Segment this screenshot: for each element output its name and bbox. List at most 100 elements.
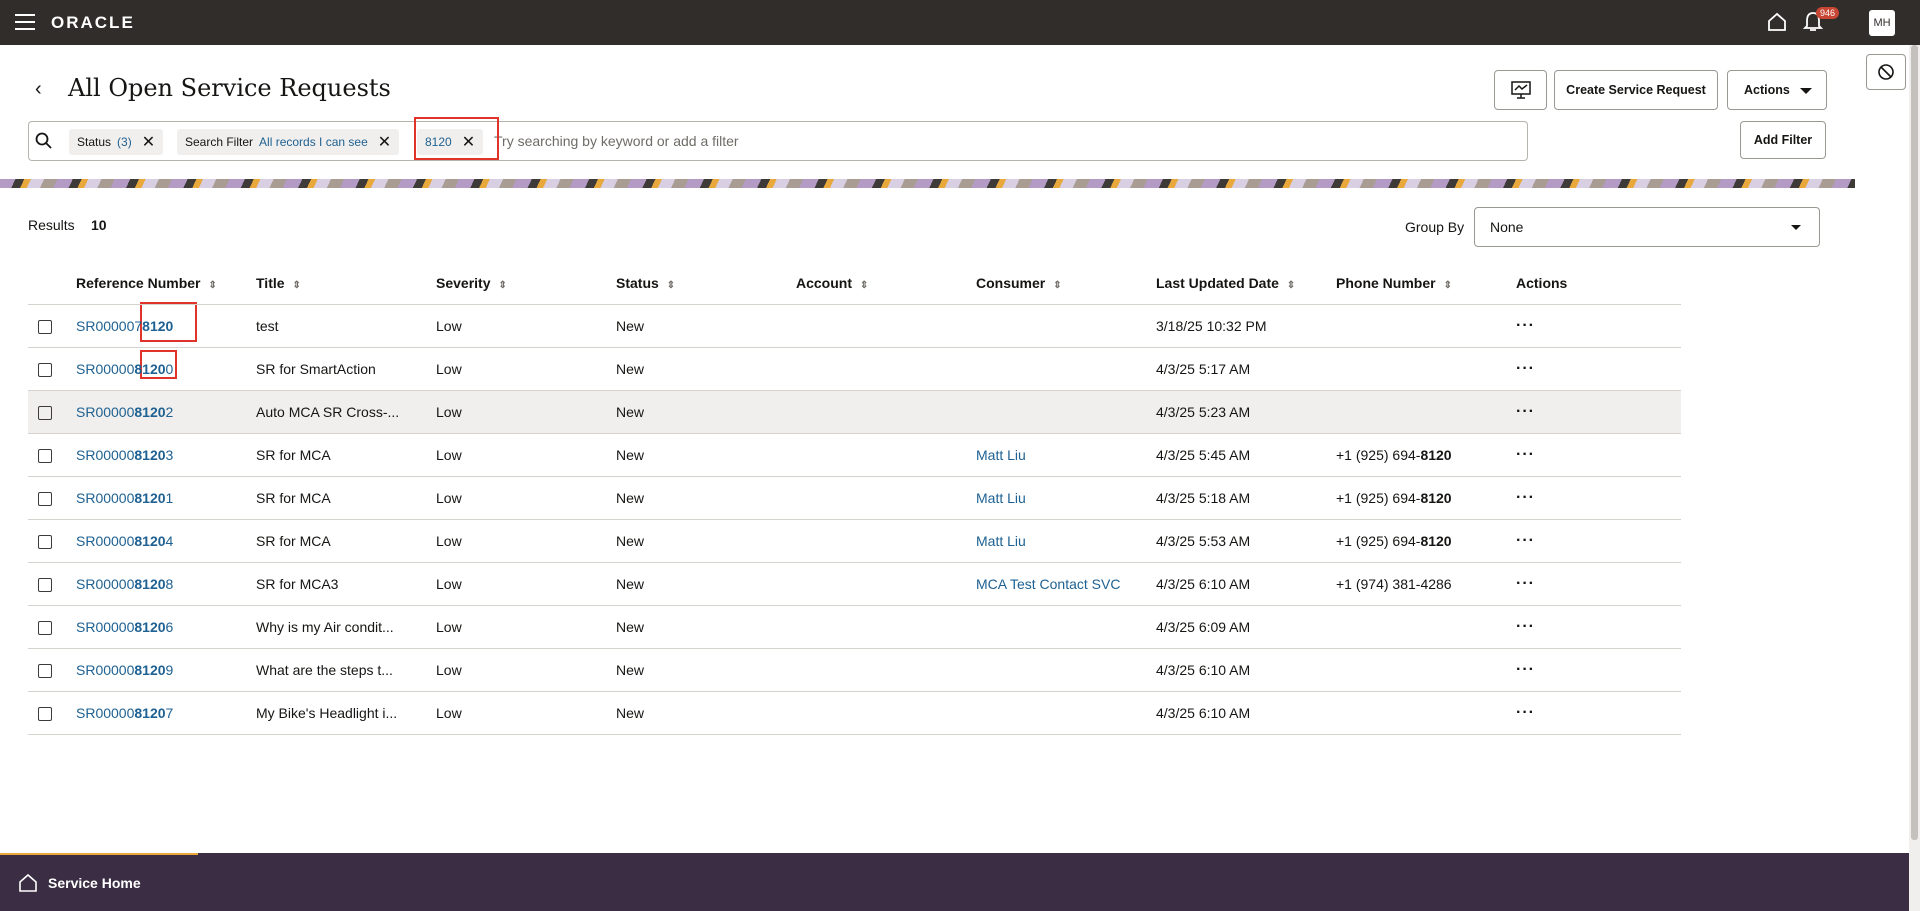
table-row[interactable]: SR0000081200 SR for SmartAction Low New 4/3/… [28,347,1681,391]
reference-number-link[interactable]: SR0000081208 [76,576,173,592]
row-checkbox[interactable] [38,534,52,549]
search-bar[interactable]: Status (3) ✕ Search Filter All records I… [28,121,1528,161]
phone-cell [1336,304,1516,348]
table-row[interactable]: SR0000081207 My Bike's Headlight i... Low N… [28,691,1681,735]
row-actions-menu-icon[interactable]: ··· [1516,704,1535,721]
remove-chip-icon[interactable]: ✕ [142,132,155,152]
filter-chip-status[interactable]: Status (3) ✕ [69,129,164,155]
row-actions-menu-icon[interactable]: ··· [1516,532,1535,549]
row-checkbox[interactable] [38,448,52,463]
row-checkbox[interactable] [38,620,52,635]
sort-icon: ⇕ [1053,280,1062,292]
reference-number-link[interactable]: SR0000081200 [76,361,173,377]
search-input[interactable]: Try searching by keyword or add a filter [494,133,739,149]
column-header[interactable]: Account ⇕ [796,263,976,305]
top-bar: ORACLE 946 MH [0,0,1920,45]
user-avatar[interactable]: MH [1869,10,1895,36]
phone-cell [1336,648,1516,692]
severity-cell: Low [436,648,616,692]
title-cell: test [256,304,436,348]
row-checkbox[interactable] [38,491,52,506]
table-row[interactable]: SR0000081201 SR for MCA Low New Matt Liu 4/3/… [28,476,1681,520]
analytics-button[interactable] [1494,70,1547,110]
caret-down-icon [1791,225,1801,230]
table-row[interactable]: SR0000081206 Why is my Air condit... Low Ne… [28,605,1681,649]
status-cell: New [616,519,796,563]
account-cell [796,605,976,649]
reference-number-link[interactable]: SR0000081202 [76,404,173,420]
chip-value: (3) [117,135,132,149]
row-actions-menu-icon[interactable]: ··· [1516,446,1535,463]
last-updated-cell: 4/3/25 6:10 AM [1156,648,1336,692]
reference-number-link[interactable]: SR0000081201 [76,490,173,506]
sort-icon: ⇕ [1286,280,1296,292]
row-actions-menu-icon[interactable]: ··· [1516,360,1535,377]
column-header[interactable]: Phone Number ⇕ [1336,263,1516,305]
reference-number-link[interactable]: SR0000081204 [76,533,173,549]
consumer-link[interactable]: Matt Liu [976,533,1026,549]
column-header[interactable]: Reference Number ⇕ [76,263,256,305]
row-actions-menu-icon[interactable]: ··· [1516,403,1535,420]
phone-cell [1336,691,1516,735]
block-button[interactable] [1866,54,1906,90]
home-icon[interactable] [18,873,38,898]
status-cell: New [616,648,796,692]
remove-chip-icon[interactable]: ✕ [378,132,391,152]
column-header[interactable]: Consumer ⇕ [976,263,1156,305]
oracle-logo: ORACLE [51,13,135,32]
column-header[interactable]: Status ⇕ [616,263,796,305]
row-checkbox[interactable] [38,405,52,420]
consumer-link[interactable]: Matt Liu [976,447,1026,463]
add-filter-button[interactable]: Add Filter [1740,121,1826,159]
scrollbar-thumb[interactable] [1911,45,1918,840]
account-cell [796,304,976,348]
table-row[interactable]: SR0000081204 SR for MCA Low New Matt Liu 4/3/… [28,519,1681,563]
status-cell: New [616,691,796,735]
table-row[interactable]: SR0000081208 SR for MCA3 Low New MCA Test Co… [28,562,1681,606]
column-header[interactable]: Last Updated Date ⇕ [1156,263,1336,305]
scrollbar[interactable] [1909,45,1920,911]
table-row[interactable]: SR0000081209 What are the steps t... Low Ne… [28,648,1681,692]
row-actions-menu-icon[interactable]: ··· [1516,661,1535,678]
table-row[interactable]: SR0000081203 SR for MCA Low New Matt Liu 4/3/… [28,433,1681,477]
phone-cell: +1 (925) 694-8120 [1336,476,1516,520]
severity-cell: Low [436,519,616,563]
row-actions-menu-icon[interactable]: ··· [1516,618,1535,635]
column-header[interactable]: Title ⇕ [256,263,436,305]
table-row[interactable]: SR0000081202 Auto MCA SR Cross-... Low New 4… [28,390,1681,434]
severity-cell: Low [436,562,616,606]
consumer-link[interactable]: MCA Test Contact SVC [976,576,1120,592]
row-checkbox[interactable] [38,362,52,377]
reference-number-link[interactable]: SR0000081203 [76,447,173,463]
group-by-select[interactable]: None [1474,207,1820,247]
reference-number-link[interactable]: SR0000081206 [76,619,173,635]
reference-number-link[interactable]: SR0000081207 [76,705,173,721]
status-cell: New [616,433,796,477]
notifications-button[interactable]: 946 [1802,7,1840,36]
reference-number-link[interactable]: SR0000078120 [76,318,173,334]
create-service-request-button[interactable]: Create Service Request [1554,70,1718,110]
column-header[interactable]: Severity ⇕ [436,263,616,305]
table-row[interactable]: SR0000078120 test Low New 3/18/25 10:32 PM ··… [28,304,1681,348]
row-actions-menu-icon[interactable]: ··· [1516,317,1535,334]
row-checkbox[interactable] [38,663,52,678]
service-home-link[interactable]: Service Home [48,875,141,891]
title-cell: Auto MCA SR Cross-... [256,390,436,434]
row-checkbox[interactable] [38,319,52,334]
row-actions-menu-icon[interactable]: ··· [1516,489,1535,506]
menu-icon[interactable] [15,14,35,30]
back-button[interactable]: ‹ [35,78,42,101]
actions-menu-button[interactable]: Actions [1727,70,1827,110]
filter-chip-search-filter[interactable]: Search Filter All records I can see ✕ [177,129,400,155]
results-count: 10 [91,217,107,233]
footer-bar: Service Home [0,853,1909,911]
row-checkbox[interactable] [38,577,52,592]
footer-accent [0,853,198,855]
home-icon[interactable] [1766,11,1788,38]
reference-number-link[interactable]: SR0000081209 [76,662,173,678]
consumer-link[interactable]: Matt Liu [976,490,1026,506]
search-icon[interactable] [35,132,53,150]
row-actions-menu-icon[interactable]: ··· [1516,575,1535,592]
row-checkbox[interactable] [38,706,52,721]
actions-menu-label: Actions [1744,83,1790,97]
